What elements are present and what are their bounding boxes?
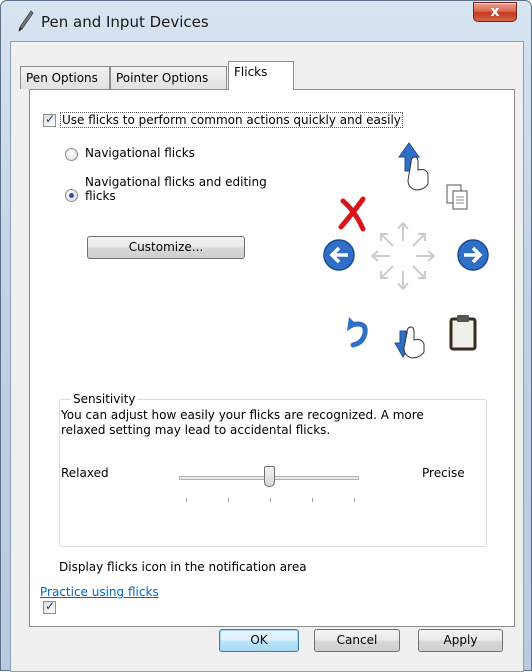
- customize-button[interactable]: Customize...: [87, 236, 245, 259]
- slider-thumb[interactable]: [264, 466, 275, 487]
- tab-flicks[interactable]: Flicks: [228, 61, 294, 90]
- back-icon: [323, 239, 355, 271]
- check-icon: ✓: [45, 112, 56, 126]
- slider-tick: [186, 498, 187, 502]
- scroll-up-icon: [398, 142, 429, 191]
- relaxed-label: Relaxed: [61, 466, 109, 480]
- tab-pointer-options[interactable]: Pointer Options: [110, 66, 227, 89]
- dialog-window: Pen and Input Devices x Pen Options Poin…: [0, 0, 532, 672]
- slider-tick: [312, 498, 313, 502]
- check-icon: ✓: [45, 599, 56, 613]
- cancel-button[interactable]: Cancel: [314, 629, 400, 652]
- navigational-flicks-label[interactable]: Navigational flicks: [85, 146, 195, 160]
- paste-icon: [449, 315, 477, 351]
- window-title: Pen and Input Devices: [41, 13, 209, 31]
- slider-tick: [270, 498, 271, 502]
- tab-label: Flicks: [234, 65, 268, 79]
- flicks-diagram: [323, 142, 489, 359]
- navigational-editing-flicks-radio[interactable]: [65, 189, 78, 202]
- tab-label: Pointer Options: [116, 71, 209, 85]
- practice-flicks-link[interactable]: Practice using flicks: [40, 585, 159, 599]
- tab-pen-options[interactable]: Pen Options: [20, 66, 110, 89]
- sensitivity-title: Sensitivity: [71, 392, 138, 406]
- use-flicks-label[interactable]: Use flicks to perform common actions qui…: [60, 112, 403, 128]
- forward-icon: [457, 239, 489, 271]
- sensitivity-description-line1: You can adjust how easily your flicks ar…: [61, 408, 424, 422]
- ok-button[interactable]: OK: [219, 629, 299, 652]
- client-area: Pen Options Pointer Options Flicks ✓ Use…: [10, 41, 524, 672]
- delete-icon: [338, 196, 366, 232]
- navigational-editing-flicks-label-line1[interactable]: Navigational flicks and editing: [85, 175, 267, 189]
- slider-tick: [354, 498, 355, 502]
- scroll-down-icon: [394, 326, 425, 359]
- center-arrows-icon: [370, 221, 436, 291]
- slider-tick: [228, 498, 229, 502]
- undo-icon: [347, 317, 368, 348]
- copy-icon: [446, 184, 468, 210]
- precise-label: Precise: [422, 466, 465, 480]
- notification-icon-checkbox[interactable]: ✓: [43, 599, 56, 614]
- pen-icon: [18, 10, 34, 32]
- tab-label: Pen Options: [26, 71, 98, 85]
- apply-button[interactable]: Apply: [418, 629, 503, 652]
- flicks-panel: ✓ Use flicks to perform common actions q…: [29, 89, 515, 627]
- title-bar[interactable]: Pen and Input Devices x: [1, 1, 531, 41]
- navigational-flicks-radio[interactable]: [65, 148, 78, 161]
- use-flicks-checkbox[interactable]: ✓: [43, 112, 56, 127]
- notification-icon-label[interactable]: Display flicks icon in the notification …: [59, 560, 307, 574]
- close-button[interactable]: x: [473, 2, 517, 22]
- sensitivity-description-line2: relaxed setting may lead to accidental f…: [61, 423, 331, 437]
- radio-selected-dot: [69, 193, 74, 198]
- sensitivity-group: Sensitivity You can adjust how easily yo…: [59, 392, 487, 547]
- navigational-editing-flicks-label-line2[interactable]: flicks: [85, 189, 116, 203]
